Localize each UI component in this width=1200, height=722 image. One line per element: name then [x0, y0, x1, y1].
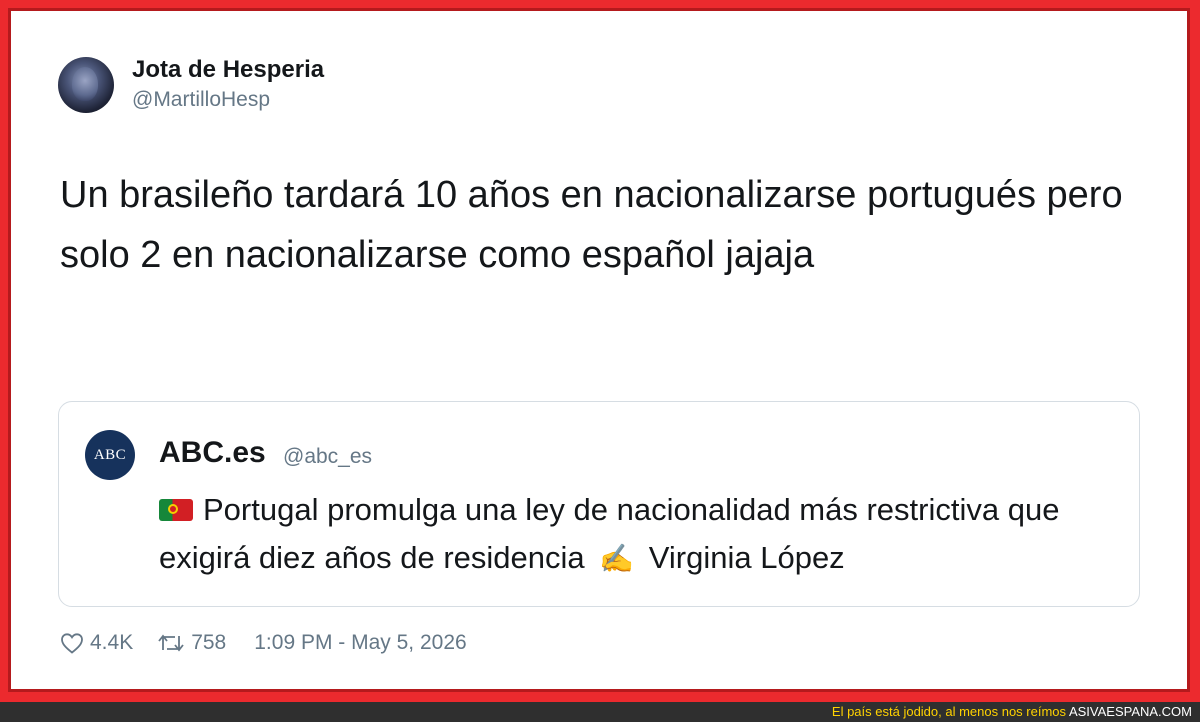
- footer-brand[interactable]: ASIVAESPANA.COM: [1069, 704, 1192, 719]
- tweet-text: Un brasileño tardará 10 años en nacional…: [60, 174, 1123, 276]
- quote-text-byline: Virginia López: [648, 540, 845, 575]
- abc-logo-icon[interactable]: ABC: [85, 430, 135, 480]
- author-handle[interactable]: @MartilloHesp: [132, 88, 270, 112]
- footer-tagline: El país está jodido, al menos nos reímos: [831, 704, 1067, 719]
- retweet-button[interactable]: 758: [157, 631, 226, 655]
- site-footer: El país está jodido, al menos nos reímos…: [0, 702, 1200, 722]
- tweet-timestamp[interactable]: 1:09 PM - May 5, 2026: [254, 631, 466, 655]
- author-name[interactable]: Jota de Hesperia: [132, 56, 324, 84]
- footer-text: El país está jodido, al menos nos reímos…: [832, 704, 1192, 719]
- author-avatar[interactable]: [58, 57, 114, 113]
- quote-author-name[interactable]: ABC.es: [159, 436, 266, 470]
- like-button[interactable]: 4.4K: [60, 631, 133, 655]
- quote-text: Portugal promulga una ley de nacionalida…: [159, 486, 1119, 583]
- retweet-count: 758: [191, 631, 227, 654]
- writing-hand-icon: ✍: [599, 543, 635, 574]
- quoted-tweet[interactable]: ABC ABC.es @abc_es Portugal promulga una…: [58, 401, 1140, 607]
- red-frame: Jota de Hesperia @MartilloHesp Un brasil…: [0, 0, 1200, 702]
- tweet-actions: 4.4K 758 1:09 PM - May 5, 2026: [60, 628, 467, 658]
- quote-author-handle[interactable]: @abc_es: [283, 445, 372, 469]
- retweet-icon: [158, 634, 184, 652]
- like-count: 4.4K: [90, 631, 134, 654]
- avatar-face-icon: [72, 67, 98, 101]
- heart-icon: [61, 633, 83, 654]
- portugal-flag-icon: [159, 499, 193, 521]
